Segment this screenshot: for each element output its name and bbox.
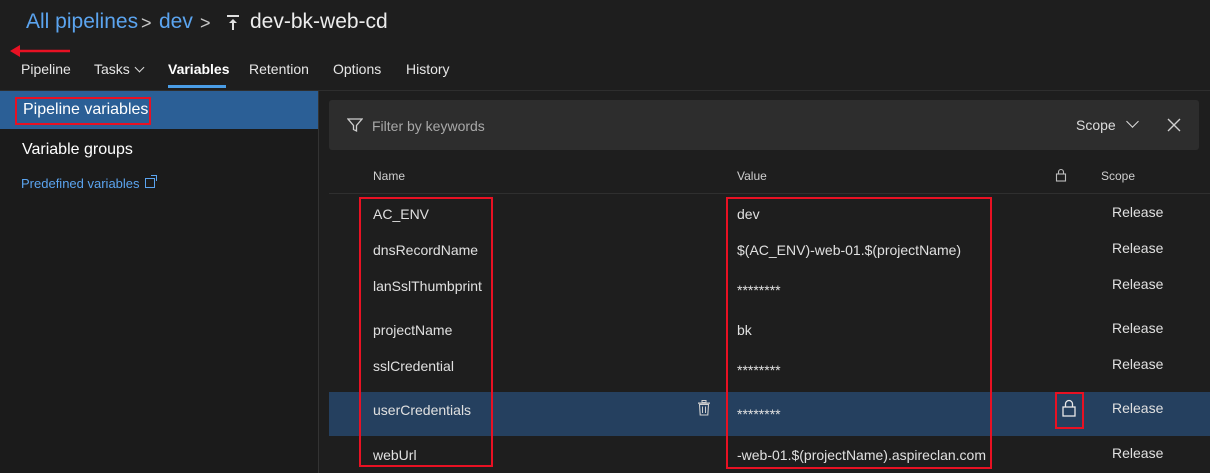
external-link-icon xyxy=(144,175,157,188)
variable-scope[interactable]: Release xyxy=(1112,320,1163,336)
active-tab-indicator xyxy=(168,85,226,88)
breadcrumb-separator: > xyxy=(200,13,211,33)
breadcrumb-all-pipelines[interactable]: All pipelines xyxy=(26,10,138,34)
tab-tasks-label: Tasks xyxy=(94,61,130,77)
chevron-down-icon xyxy=(1125,115,1139,128)
tab-variables[interactable]: Variables xyxy=(168,61,230,77)
scope-dropdown-label: Scope xyxy=(1076,117,1116,133)
highlight-box xyxy=(1055,392,1084,429)
column-header-value: Value xyxy=(737,169,767,183)
highlight-box xyxy=(726,197,992,469)
chevron-down-icon xyxy=(134,62,145,73)
variable-scope[interactable]: Release xyxy=(1112,356,1163,372)
release-pipeline-icon xyxy=(227,15,239,30)
variable-scope[interactable]: Release xyxy=(1112,276,1163,292)
tab-history[interactable]: History xyxy=(406,61,450,77)
filter-icon xyxy=(347,118,363,133)
annotation-arrow-icon xyxy=(10,45,70,57)
highlight-box xyxy=(359,197,493,467)
predefined-variables-label: Predefined variables xyxy=(21,176,140,191)
variable-scope[interactable]: Release xyxy=(1112,204,1163,220)
page-title: dev-bk-web-cd xyxy=(250,10,388,33)
sidebar-item-variable-groups[interactable]: Variable groups xyxy=(22,141,133,159)
variable-scope[interactable]: Release xyxy=(1112,240,1163,256)
variable-scope[interactable]: Release xyxy=(1112,400,1163,416)
highlight-box xyxy=(15,97,151,125)
lock-header-icon xyxy=(1055,168,1067,182)
tab-options[interactable]: Options xyxy=(333,61,381,77)
column-header-scope: Scope xyxy=(1101,169,1136,183)
tab-retention[interactable]: Retention xyxy=(249,61,309,77)
sidebar-divider xyxy=(318,91,319,473)
breadcrumb-separator: > xyxy=(141,13,152,33)
scope-dropdown[interactable]: Scope xyxy=(1076,115,1139,133)
breadcrumb-dev[interactable]: dev xyxy=(159,10,193,34)
filter-input[interactable]: Filter by keywords xyxy=(372,118,485,134)
tab-pipeline[interactable]: Pipeline xyxy=(21,61,71,77)
tab-tasks[interactable]: Tasks xyxy=(94,61,145,77)
column-header-name: Name xyxy=(373,169,406,183)
predefined-variables-link[interactable]: Predefined variables xyxy=(21,175,157,191)
close-icon[interactable] xyxy=(1167,118,1181,132)
delete-icon[interactable] xyxy=(697,400,711,416)
variable-scope[interactable]: Release xyxy=(1112,445,1163,461)
header-divider xyxy=(329,193,1210,194)
